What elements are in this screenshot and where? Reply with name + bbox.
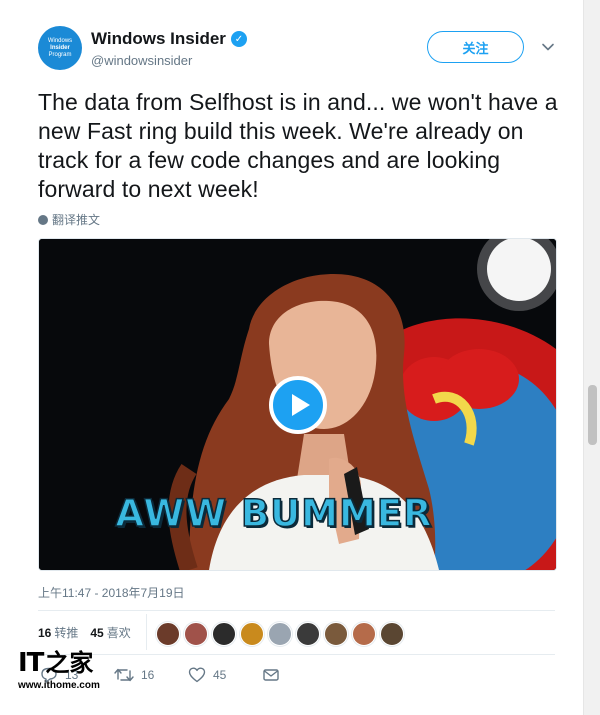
play-icon [291,394,310,416]
ithome-logo-it: IT [18,648,44,678]
play-button[interactable] [269,376,327,434]
tweet-header: Windows Insider Program Windows Insider … [38,26,558,76]
liker-avatar[interactable] [324,622,348,646]
retweet-icon [114,668,134,682]
follow-button[interactable]: 关注 [427,31,524,63]
liker-avatar[interactable] [156,622,180,646]
liker-avatar[interactable] [240,622,264,646]
account-handle[interactable]: @windowsinsider [91,53,247,68]
liker-avatar[interactable] [268,622,292,646]
account-avatar[interactable]: Windows Insider Program [38,26,82,70]
ithome-url: www.ithome.com [18,680,100,691]
avatar-line-3: Program [48,51,72,58]
retweets-count: 16 [38,626,52,640]
translate-label[interactable]: 翻译推文 [52,211,100,228]
ithome-logo: IT 之家 [18,648,104,678]
display-name-text[interactable]: Windows Insider [91,29,226,49]
account-name-block[interactable]: Windows Insider ✓ @windowsinsider [91,29,247,68]
liker-avatar[interactable] [184,622,208,646]
liker-avatar[interactable] [352,622,376,646]
likes-stat[interactable]: 45 喜欢 [90,624,130,641]
tweet-media-gif[interactable]: AWW BUMMER [38,238,557,571]
retweets-stat[interactable]: 16 转推 [38,624,78,641]
retweets-label: 转推 [54,626,79,640]
scrollbar-thumb[interactable] [588,385,597,445]
divider-top [38,610,555,611]
gif-caption: AWW BUMMER [115,491,433,536]
direct-message-action[interactable] [262,666,280,684]
translate-tweet-link[interactable]: 翻译推文 [38,211,100,228]
liker-avatar[interactable] [212,622,236,646]
globe-icon [38,214,48,225]
liker-avatar[interactable] [380,622,404,646]
envelope-icon [263,669,279,681]
divider-bottom [38,654,555,655]
retweet-action[interactable]: 16 [114,666,154,684]
heart-icon [188,667,206,683]
chevron-down-icon[interactable] [541,40,555,54]
likers-avatar-list [156,622,404,646]
tweet-window: Windows Insider Program Windows Insider … [0,0,600,715]
liker-avatar[interactable] [296,622,320,646]
like-action[interactable]: 45 [188,666,226,684]
tweet-text: The data from Selfhost is in and... we w… [38,89,558,202]
avatar-line-2: Insider [50,44,70,51]
ithome-watermark: IT 之家 www.ithome.com [18,648,104,696]
retweet-count: 16 [141,668,155,682]
stats-separator [146,614,147,650]
scrollbar[interactable] [583,0,600,715]
ithome-logo-home: 之家 [45,648,94,677]
like-count: 45 [213,668,227,682]
likes-count: 45 [90,626,104,640]
account-display-name[interactable]: Windows Insider ✓ [91,29,247,49]
likes-label: 喜欢 [106,626,131,640]
tweet-timestamp[interactable]: 上午11:47 - 2018年7月19日 [38,584,185,601]
tweet-stats: 16 转推 45 喜欢 [38,624,131,641]
verified-badge-icon: ✓ [230,31,247,47]
avatar-line-1: Windows [47,37,73,44]
